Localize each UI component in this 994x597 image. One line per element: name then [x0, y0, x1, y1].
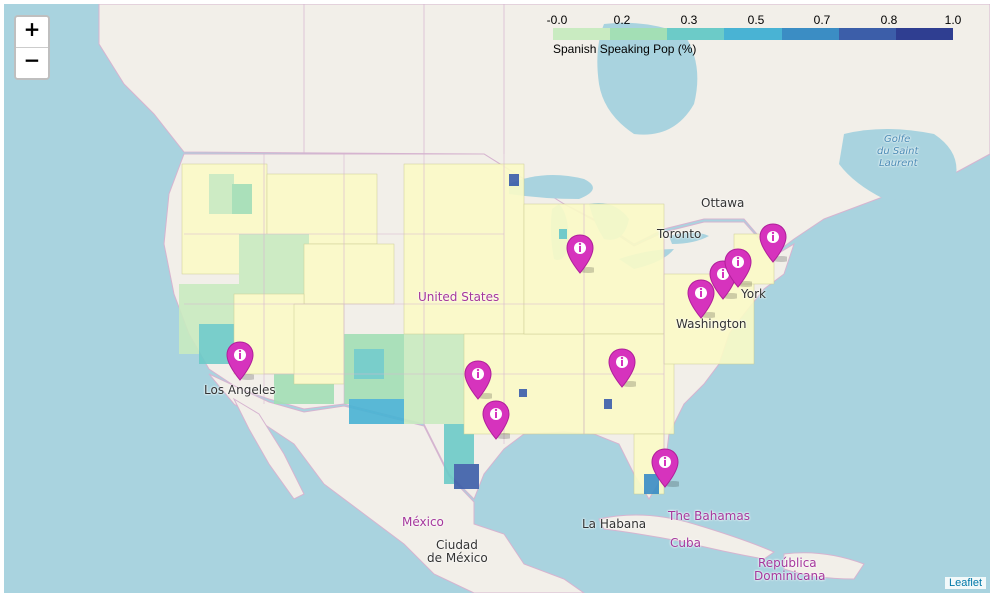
label-mexico: México	[402, 515, 444, 529]
label-bahamas: The Bahamas	[668, 509, 750, 523]
info-sign-icon	[724, 248, 756, 288]
legend-color-step	[667, 28, 725, 40]
legend-color-step	[553, 28, 611, 40]
label-republica: República	[758, 556, 817, 570]
map-marker[interactable]	[464, 360, 496, 400]
label-ottawa: Ottawa	[701, 196, 745, 210]
label-golfe-2: du Saint	[877, 146, 919, 157]
map-marker[interactable]	[651, 448, 683, 488]
legend-color-bar	[553, 28, 953, 40]
info-sign-icon	[482, 400, 514, 440]
info-sign-icon	[566, 234, 598, 274]
legend-tick: 0.7	[813, 13, 831, 27]
info-sign-icon	[759, 223, 791, 263]
legend-caption: Spanish Speaking Pop (%)	[553, 42, 697, 56]
map-marker[interactable]	[482, 400, 514, 440]
label-golfe-3: Laurent	[879, 158, 918, 169]
map-marker[interactable]	[226, 341, 258, 381]
legend-tick: 0.2	[613, 13, 631, 27]
map-marker[interactable]	[759, 223, 791, 263]
label-cuba: Cuba	[670, 536, 701, 550]
legend-tick: 1.0	[944, 13, 962, 27]
zoom-in-button[interactable]: +	[16, 17, 48, 47]
legend-tick: 0.8	[880, 13, 898, 27]
label-york: York	[741, 287, 766, 301]
color-legend: -0.0 0.2 0.3 0.5 0.7 0.8 1.0 Spanish Spe…	[546, 13, 962, 56]
legend-color-step	[610, 28, 668, 40]
map-marker[interactable]	[724, 248, 756, 288]
label-la-habana: La Habana	[582, 517, 647, 531]
zoom-control: + −	[14, 15, 50, 80]
label-toronto: Toronto	[657, 227, 702, 241]
legend-color-step	[724, 28, 782, 40]
label-de-mexico: de México	[427, 551, 488, 565]
info-sign-icon	[608, 348, 640, 388]
info-sign-icon	[464, 360, 496, 400]
map-container[interactable]: Ottawa Toronto United States York Washin…	[4, 4, 990, 593]
zoom-out-button[interactable]: −	[16, 47, 48, 78]
label-washington: Washington	[676, 317, 747, 331]
legend-color-step	[781, 28, 839, 40]
legend-tick: 0.5	[747, 13, 765, 27]
info-sign-icon	[651, 448, 683, 488]
info-sign-icon	[226, 341, 258, 381]
attribution-link[interactable]: Leaflet	[944, 577, 986, 589]
map-marker[interactable]	[566, 234, 598, 274]
legend-color-step	[838, 28, 896, 40]
label-ciudad: Ciudad	[436, 538, 478, 552]
legend-tick: 0.3	[680, 13, 698, 27]
label-dominicana: Dominicana	[754, 569, 826, 583]
legend-tick: -0.0	[546, 13, 568, 27]
legend-color-step	[895, 28, 953, 40]
label-united-states: United States	[418, 290, 500, 304]
label-golfe-1: Golfe	[884, 134, 911, 145]
label-los-angeles: Los Angeles	[204, 383, 276, 397]
map-marker[interactable]	[608, 348, 640, 388]
